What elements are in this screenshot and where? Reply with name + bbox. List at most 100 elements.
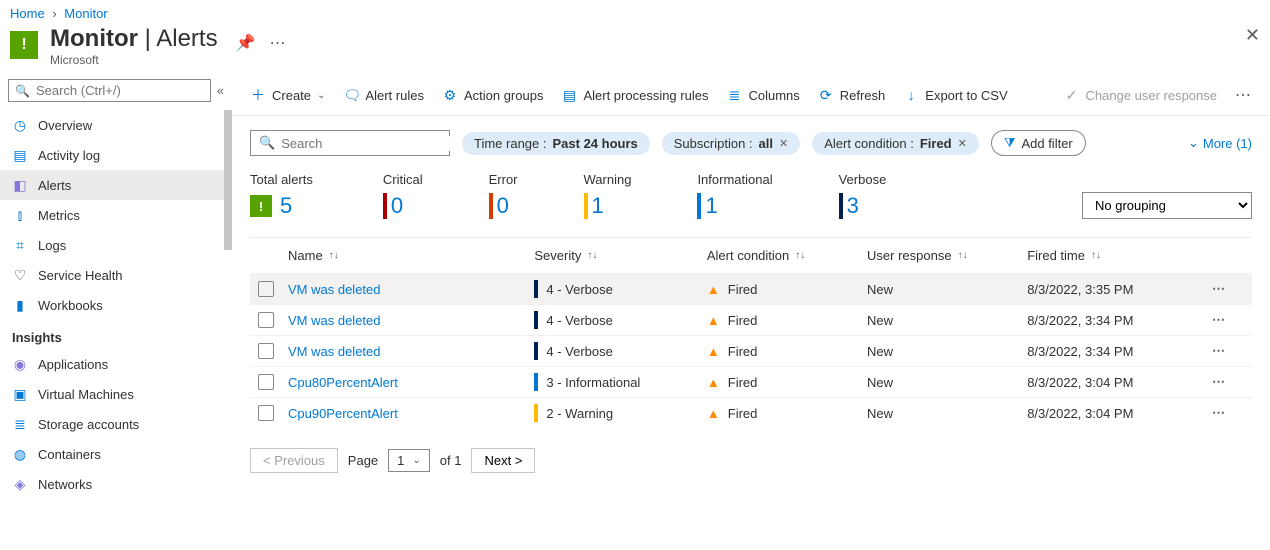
sort-icon: ↑↓ xyxy=(329,250,339,261)
sidebar-item-label: Overview xyxy=(38,118,92,133)
filter-subscription[interactable]: Subscription : all ✕ xyxy=(662,132,800,155)
row-checkbox[interactable] xyxy=(258,374,274,390)
row-more-icon[interactable]: ⋯ xyxy=(1212,343,1252,359)
col-response[interactable]: User response↑↓ xyxy=(867,248,1027,263)
sidebar-item-containers[interactable]: ◍Containers xyxy=(0,439,226,469)
severity-bar xyxy=(383,193,387,219)
row-checkbox[interactable] xyxy=(258,281,274,297)
sidebar-item-alerts[interactable]: ◧Alerts xyxy=(0,170,226,200)
sidebar-item-overview[interactable]: ◷Overview xyxy=(0,110,226,140)
check-icon: ✓ xyxy=(1063,87,1079,104)
row-more-icon[interactable]: ⋯ xyxy=(1212,405,1252,421)
row-checkbox[interactable] xyxy=(258,343,274,359)
alert-condition: ▲Fired xyxy=(707,375,867,390)
sidebar-item-metrics[interactable]: ⫾ Metrics xyxy=(0,200,226,230)
row-more-icon[interactable]: ⋯ xyxy=(1212,281,1252,297)
nav-icon: ⌗ xyxy=(12,237,28,253)
collapse-icon[interactable]: « xyxy=(217,83,224,98)
page-select[interactable]: 1⌄ xyxy=(388,449,430,472)
severity-bar xyxy=(534,342,538,360)
more-filters[interactable]: ⌄More (1) xyxy=(1188,135,1252,151)
col-fired[interactable]: Fired time↑↓ xyxy=(1027,248,1212,263)
row-more-icon[interactable]: ⋯ xyxy=(1212,374,1252,390)
alert-name[interactable]: VM was deleted xyxy=(288,344,534,359)
processing-rules-button[interactable]: ▤Alert processing rules xyxy=(561,87,708,104)
alert-name[interactable]: VM was deleted xyxy=(288,313,534,328)
table-row[interactable]: VM was deleted4 - Verbose▲FiredNew8/3/20… xyxy=(250,304,1252,335)
filter-time-range[interactable]: Time range : Past 24 hours xyxy=(462,132,650,155)
previous-button[interactable]: < Previous xyxy=(250,448,338,473)
next-button[interactable]: Next > xyxy=(471,448,535,473)
breadcrumb-monitor[interactable]: Monitor xyxy=(64,6,107,21)
grouping-select[interactable]: No grouping xyxy=(1082,192,1252,219)
sort-icon: ↑↓ xyxy=(958,250,968,261)
alert-condition: ▲Fired xyxy=(707,282,867,297)
search-box[interactable]: 🔍 xyxy=(250,130,450,156)
alert-condition: ▲Fired xyxy=(707,406,867,421)
stat-verbose: Verbose3 xyxy=(839,172,887,219)
col-condition[interactable]: Alert condition↑↓ xyxy=(707,248,867,263)
toolbar-more-icon[interactable]: ⋯ xyxy=(1235,85,1252,105)
col-severity[interactable]: Severity↑↓ xyxy=(534,248,706,263)
alert-condition: ▲Fired xyxy=(707,313,867,328)
change-response-button: ✓Change user response xyxy=(1063,87,1217,104)
close-icon[interactable]: ✕ xyxy=(1245,25,1260,46)
insights-header: Insights xyxy=(0,320,226,349)
alert-severity: 2 - Warning xyxy=(534,404,706,422)
alert-rules-button[interactable]: 🗨Alert rules xyxy=(343,87,424,104)
severity-bar xyxy=(534,404,538,422)
filter-alert-condition[interactable]: Alert condition : Fired ✕ xyxy=(812,132,979,155)
severity-bar xyxy=(534,311,538,329)
sidebar-item-applications[interactable]: ◉Applications xyxy=(0,349,226,379)
sidebar: 🔍 « ◷Overview▤Activity log◧Alerts ⫾ Metric… xyxy=(0,79,232,549)
columns-button[interactable]: ≣Columns xyxy=(726,87,799,104)
row-checkbox[interactable] xyxy=(258,405,274,421)
sidebar-item-networks[interactable]: ◈Networks xyxy=(0,469,226,499)
add-filter-button[interactable]: ⧩Add filter xyxy=(991,130,1086,156)
nav-icon: ⫾ xyxy=(12,207,28,223)
row-checkbox[interactable] xyxy=(258,312,274,328)
sidebar-search[interactable]: 🔍 xyxy=(8,79,211,102)
alert-name[interactable]: Cpu80PercentAlert xyxy=(288,375,534,390)
nav-icon: ◈ xyxy=(12,476,28,492)
table-row[interactable]: VM was deleted4 - Verbose▲FiredNew8/3/20… xyxy=(250,273,1252,304)
sidebar-item-label: Applications xyxy=(38,357,108,372)
export-button[interactable]: ↓Export to CSV xyxy=(903,87,1007,103)
table-row[interactable]: Cpu90PercentAlert2 - Warning▲FiredNew8/3… xyxy=(250,397,1252,428)
sidebar-item-label: Metrics xyxy=(38,208,80,223)
create-button[interactable]: ＋Create⌄ xyxy=(250,85,325,105)
stat-warning: Warning1 xyxy=(584,172,632,219)
table-row[interactable]: VM was deleted4 - Verbose▲FiredNew8/3/20… xyxy=(250,335,1252,366)
sidebar-scrollbar[interactable] xyxy=(224,110,232,549)
sidebar-item-storage-accounts[interactable]: ≣Storage accounts xyxy=(0,409,226,439)
sidebar-item-service-health[interactable]: ♡Service Health xyxy=(0,260,226,290)
sidebar-item-label: Workbooks xyxy=(38,298,103,313)
table-row[interactable]: Cpu80PercentAlert3 - Informational▲Fired… xyxy=(250,366,1252,397)
refresh-button[interactable]: ⟳Refresh xyxy=(818,87,886,104)
sidebar-item-virtual-machines[interactable]: ▣Virtual Machines xyxy=(0,379,226,409)
page-title: Monitor | Alerts xyxy=(50,25,218,53)
chevron-down-icon: ⌄ xyxy=(317,90,325,101)
col-name[interactable]: Name↑↓ xyxy=(288,248,534,263)
sidebar-search-input[interactable] xyxy=(36,83,204,98)
severity-bar xyxy=(489,193,493,219)
severity-bar xyxy=(534,280,538,298)
sidebar-item-label: Containers xyxy=(38,447,101,462)
alert-name[interactable]: Cpu90PercentAlert xyxy=(288,406,534,421)
row-more-icon[interactable]: ⋯ xyxy=(1212,312,1252,328)
close-icon[interactable]: ✕ xyxy=(779,137,788,150)
action-groups-button[interactable]: ⚙Action groups xyxy=(442,87,544,104)
search-input[interactable] xyxy=(281,136,457,151)
warning-icon: ▲ xyxy=(707,344,720,359)
sort-icon: ↑↓ xyxy=(1091,250,1101,261)
breadcrumb-home[interactable]: Home xyxy=(10,6,45,21)
close-icon[interactable]: ✕ xyxy=(958,137,967,150)
sidebar-item-logs[interactable]: ⌗Logs xyxy=(0,230,226,260)
sidebar-item-activity-log[interactable]: ▤Activity log xyxy=(0,140,226,170)
breadcrumb: Home › Monitor xyxy=(0,0,1270,25)
alert-name[interactable]: VM was deleted xyxy=(288,282,534,297)
more-icon[interactable]: ⋯ xyxy=(270,33,287,53)
sidebar-item-workbooks[interactable]: ▮Workbooks xyxy=(0,290,226,320)
alert-severity: 4 - Verbose xyxy=(534,342,706,360)
pin-icon[interactable]: 📌 xyxy=(236,33,256,53)
